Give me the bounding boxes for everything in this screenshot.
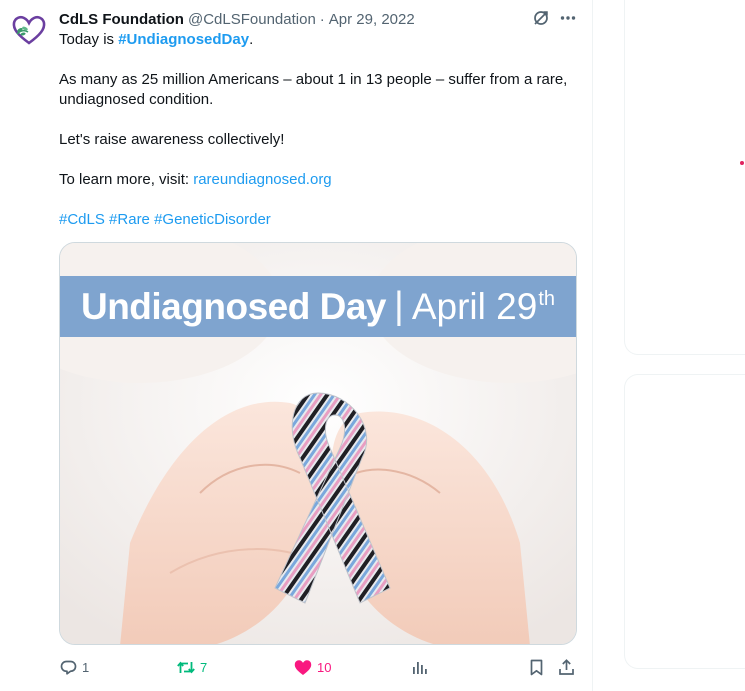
visit-prefix: To learn more, visit: bbox=[59, 171, 194, 188]
tweet-header: CdLS Foundation @CdLSFoundation · Apr 29… bbox=[59, 9, 415, 29]
reply-count: 1 bbox=[82, 659, 90, 675]
views-icon bbox=[413, 661, 427, 674]
avatar[interactable] bbox=[8, 10, 50, 52]
banner-date-text: April 29 bbox=[411, 285, 538, 327]
like-count: 10 bbox=[317, 659, 332, 675]
separator-dot: · bbox=[319, 10, 325, 28]
tweet-paragraph-4: To learn more, visit: rareundiagnosed.or… bbox=[59, 170, 332, 190]
tweet-media-image[interactable]: Undiagnosed Day | April 29th bbox=[59, 242, 577, 645]
website-link[interactable]: rareundiagnosed.org bbox=[193, 171, 331, 188]
share-button[interactable] bbox=[557, 656, 576, 678]
grok-icon bbox=[534, 11, 548, 25]
banner-date-suffix: th bbox=[538, 288, 555, 311]
bookmark-button[interactable] bbox=[527, 656, 546, 678]
hashtag-cdls[interactable]: #CdLS bbox=[59, 211, 105, 228]
user-handle[interactable]: @CdLSFoundation bbox=[188, 11, 316, 28]
views-button[interactable] bbox=[410, 656, 429, 678]
retweet-count: 7 bbox=[200, 659, 208, 675]
purple-heart-logo-icon bbox=[12, 15, 46, 45]
share-icon bbox=[559, 658, 574, 675]
like-button[interactable]: 10 bbox=[293, 656, 331, 678]
more-icon bbox=[560, 16, 576, 20]
grok-button[interactable] bbox=[531, 8, 551, 28]
banner-separator: | bbox=[393, 285, 404, 327]
sidebar-panel-bottom bbox=[624, 374, 745, 669]
retweet-button[interactable]: 7 bbox=[176, 656, 207, 678]
tweet-line-1: Today is #UndiagnosedDay. bbox=[59, 30, 253, 50]
banner-date: April 29th bbox=[412, 286, 555, 328]
tweet-paragraph-2-line-2: undiagnosed condition. bbox=[59, 91, 214, 108]
notification-dot bbox=[740, 161, 744, 165]
line1-suffix: . bbox=[249, 31, 254, 48]
line1-prefix: Today is bbox=[59, 31, 119, 48]
tweet-paragraph-3: Let's raise awareness collectively! bbox=[59, 131, 285, 148]
hashtag-rare[interactable]: #Rare bbox=[109, 211, 150, 228]
tweet-action-bar: 1 7 10 bbox=[0, 656, 593, 678]
retweet-icon bbox=[177, 661, 195, 673]
more-button[interactable] bbox=[558, 8, 578, 28]
hashtag-geneticdisorder[interactable]: #GeneticDisorder bbox=[154, 211, 271, 228]
banner-title: Undiagnosed Day bbox=[80, 285, 387, 327]
reply-icon bbox=[60, 660, 77, 675]
media-banner: Undiagnosed Day | April 29th bbox=[60, 276, 576, 337]
sidebar-panel-top bbox=[624, 0, 745, 355]
tweet-paragraph-2-line-1: As many as 25 million Americans – about … bbox=[59, 71, 568, 88]
heart-icon bbox=[294, 659, 312, 675]
tweet-hashtags: #CdLS #Rare #GeneticDisorder bbox=[59, 210, 271, 230]
display-name[interactable]: CdLS Foundation bbox=[59, 11, 184, 28]
hashtag-undiagnosedday[interactable]: #UndiagnosedDay bbox=[118, 31, 249, 48]
bookmark-icon bbox=[530, 659, 543, 675]
reply-button[interactable]: 1 bbox=[59, 656, 89, 678]
tweet-date[interactable]: Apr 29, 2022 bbox=[329, 11, 415, 28]
